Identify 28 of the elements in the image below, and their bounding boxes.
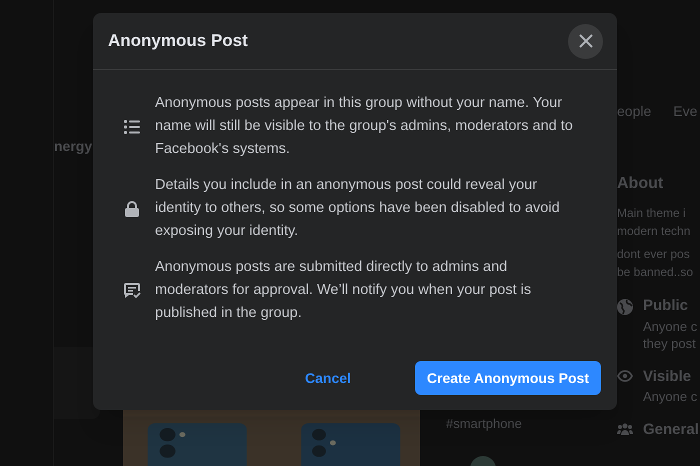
cancel-button[interactable]: Cancel bbox=[265, 361, 391, 395]
eye-icon bbox=[617, 370, 633, 382]
about-text: modern techn bbox=[617, 223, 692, 240]
detail-title: Public bbox=[643, 296, 690, 316]
close-icon bbox=[578, 34, 592, 48]
tab[interactable]: eople bbox=[617, 101, 652, 122]
about-text: Main theme i bbox=[617, 205, 687, 222]
dialog-title: Anonymous Post bbox=[108, 30, 248, 52]
create-anonymous-post-button[interactable]: Create Anonymous Post bbox=[414, 361, 601, 395]
tab[interactable]: Eve bbox=[673, 101, 698, 122]
message-check-icon bbox=[123, 282, 141, 299]
info-text: Anonymous posts are submitted directly to admins and moderators for approval. We’ll notify you when your post is published in the group. bbox=[155, 258, 532, 323]
detail-text: Anyone c bbox=[643, 388, 698, 405]
globe-icon bbox=[617, 299, 633, 315]
close-button[interactable] bbox=[568, 24, 603, 58]
about-text: be banned..so bbox=[617, 264, 694, 281]
info-text: Details you include in an anonymous post could reveal your identity to others, so some options have been disabled to avoid exposing your identity. bbox=[155, 176, 561, 241]
detail-text: they post bbox=[643, 334, 697, 352]
lock-icon bbox=[125, 200, 139, 216]
detail-text: Anyone c bbox=[643, 318, 698, 334]
info-text: Anonymous posts appear in this group without your name. Your name will still be visible to the group's admins, moderators and to Facebook's systems. bbox=[155, 94, 574, 159]
hashtag[interactable]: #smartphone bbox=[446, 414, 617, 434]
detail-title: General bbox=[643, 420, 699, 440]
detail-title: Visible bbox=[643, 366, 692, 386]
about-heading: About bbox=[617, 174, 664, 194]
list-icon bbox=[124, 120, 140, 134]
group-icon bbox=[617, 423, 633, 435]
about-text: dont ever pos bbox=[617, 246, 691, 263]
